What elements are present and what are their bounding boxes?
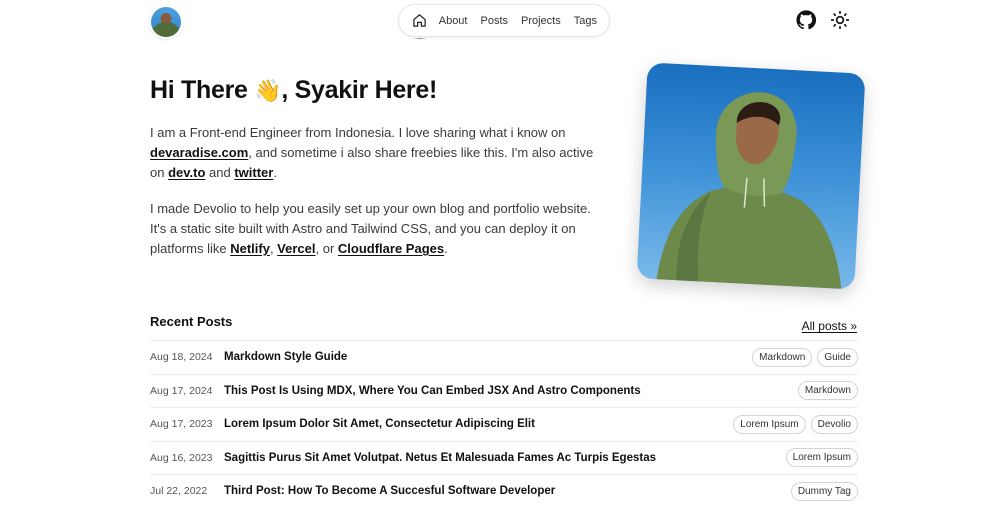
recent-posts-list: Aug 18, 2024 Markdown Style Guide Markdo…: [150, 340, 858, 508]
profile-photo: [636, 62, 866, 290]
post-row[interactable]: Jul 22, 2022 Third Post: How To Become A…: [150, 474, 858, 508]
intro-paragraph: I am a Front-end Engineer from Indonesia…: [150, 125, 594, 180]
post-title[interactable]: Third Post: How To Become A Succesful So…: [224, 485, 555, 497]
github-icon[interactable]: [796, 10, 817, 30]
link-vercel[interactable]: Vercel: [277, 241, 315, 256]
sun-icon[interactable]: [830, 10, 850, 30]
post-row[interactable]: Aug 17, 2023 Lorem Ipsum Dolor Sit Amet,…: [150, 407, 858, 441]
nav-projects[interactable]: Projects: [521, 15, 561, 27]
tag-chip[interactable]: Devolio: [810, 414, 858, 434]
post-tags: Lorem Ipsum Devolio: [733, 408, 858, 441]
link-devto[interactable]: dev.to: [168, 165, 205, 180]
post-date: Aug 18, 2024: [150, 351, 213, 364]
tag-chip[interactable]: Guide: [817, 347, 858, 367]
post-date: Aug 16, 2023: [150, 451, 213, 464]
post-date: Jul 22, 2022: [150, 485, 208, 498]
link-twitter[interactable]: twitter: [234, 165, 273, 180]
link-devaradise[interactable]: devaradise.com: [150, 145, 248, 160]
all-posts-link[interactable]: All posts »: [802, 319, 857, 333]
post-title[interactable]: Lorem Ipsum Dolor Sit Amet, Consectetur …: [224, 418, 535, 430]
devolio-paragraph: I made Devolio to help you easily set up…: [150, 201, 591, 256]
post-date: Aug 17, 2024: [150, 384, 213, 397]
avatar[interactable]: [151, 7, 181, 37]
tag-chip[interactable]: Lorem Ipsum: [785, 448, 858, 468]
title-name: , Syakir Here!: [281, 76, 437, 104]
post-row[interactable]: Aug 18, 2024 Markdown Style Guide Markdo…: [150, 340, 858, 374]
tag-chip[interactable]: Dummy Tag: [790, 481, 858, 501]
tag-chip[interactable]: Lorem Ipsum: [733, 414, 806, 434]
link-cloudflare-pages[interactable]: Cloudflare Pages: [338, 241, 444, 256]
nav-about[interactable]: About: [439, 15, 468, 27]
link-netlify[interactable]: Netlify: [230, 241, 270, 256]
nav-posts[interactable]: Posts: [480, 15, 508, 27]
tag-chip[interactable]: Markdown: [797, 381, 858, 401]
main-nav: About Posts Projects Tags: [398, 4, 610, 39]
tag-chip[interactable]: Markdown: [752, 347, 813, 367]
post-row[interactable]: Aug 17, 2024 This Post Is Using MDX, Whe…: [150, 373, 858, 408]
nav-tags[interactable]: Tags: [574, 15, 597, 27]
post-tags: Lorem Ipsum: [785, 442, 858, 475]
post-row[interactable]: Aug 16, 2023 Sagittis Purus Sit Amet Vol…: [150, 440, 858, 475]
recent-posts-heading: Recent Posts: [150, 314, 233, 329]
post-title[interactable]: This Post Is Using MDX, Where You Can Em…: [224, 385, 641, 397]
post-tags: Markdown: [797, 375, 858, 408]
post-tags: Markdown Guide: [752, 341, 858, 374]
home-icon[interactable]: [411, 11, 429, 39]
title-greeting: Hi There: [150, 76, 255, 104]
post-date: Aug 17, 2023: [150, 418, 213, 431]
page-title: Hi There 👋, Syakir Here!: [150, 76, 437, 105]
post-tags: Dummy Tag: [790, 475, 858, 508]
post-title[interactable]: Markdown Style Guide: [224, 351, 347, 363]
post-title[interactable]: Sagittis Purus Sit Amet Volutpat. Netus …: [224, 452, 656, 464]
wave-emoji-icon: 👋: [254, 78, 282, 103]
